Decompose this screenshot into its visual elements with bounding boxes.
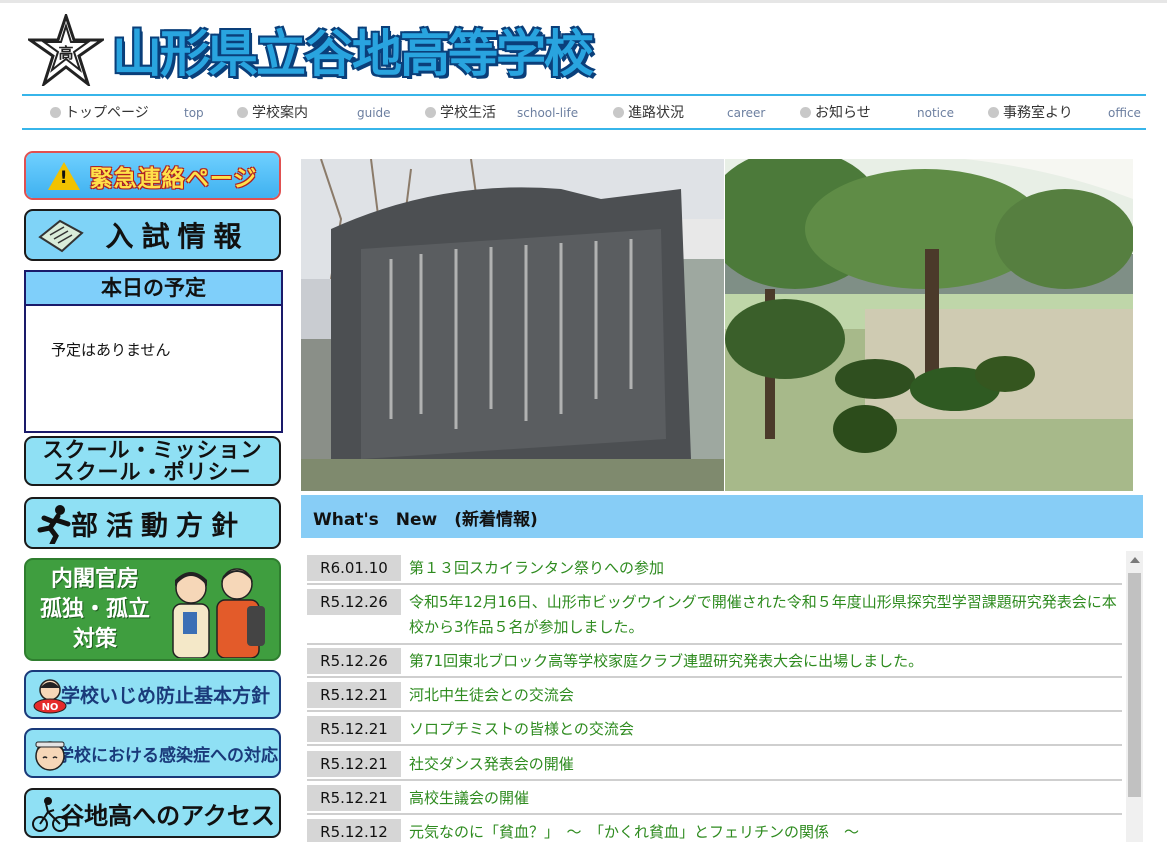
emergency-contact-button[interactable]: ! 緊急連絡ページ — [24, 151, 281, 200]
infection-response-button[interactable]: 学校における感染症への対応 — [24, 728, 281, 778]
stone-monument-photo — [301, 159, 724, 491]
isolation-measures-button[interactable]: 内閣官房 孤独・孤立 対策 — [24, 558, 281, 661]
news-link[interactable]: 第１３回スカイランタン祭りへの参加 — [409, 556, 1121, 581]
news-item[interactable]: R5.12.12 元気なのに「貧血？」 ～ 「かくれ貧血」とフェリチンの関係 ～ — [307, 817, 1122, 842]
club-policy-label: 部活動方針 — [71, 510, 246, 542]
sick-person-icon — [35, 741, 65, 771]
news-item[interactable]: R5.12.26 令和5年12月16日、山形市ビッグウイングで開催された令和５年… — [307, 587, 1122, 645]
admission-info-button[interactable]: 入試情報 — [24, 209, 281, 261]
schedule-title: 本日の予定 — [26, 272, 281, 306]
club-policy-button[interactable]: 部活動方針 — [24, 497, 281, 549]
anti-bullying-policy-button[interactable]: NO 学校いじめ防止基本方針 — [24, 670, 281, 719]
news-date: R5.12.21 — [307, 751, 401, 777]
anti-bullying-label: 学校いじめ防止基本方針 — [60, 685, 270, 707]
top-border — [0, 0, 1167, 3]
news-list[interactable]: R6.01.10 第１３回スカイランタン祭りへの参加 R5.12.26 令和5年… — [301, 550, 1143, 842]
nav-item-en[interactable]: guide — [357, 96, 391, 128]
news-item[interactable]: R5.12.26 第71回東北ブロック高等学校家庭クラブ連盟研究発表大会に出場し… — [307, 646, 1122, 678]
nav-item-en[interactable]: school-life — [517, 96, 578, 128]
nav-item-notice[interactable]: お知らせ — [800, 96, 871, 128]
news-item[interactable]: R6.01.10 第１３回スカイランタン祭りへの参加 — [307, 553, 1122, 585]
bullet-icon — [613, 106, 624, 118]
nav-item-en[interactable]: career — [727, 96, 765, 128]
nav-item-label[interactable]: 事務室より — [1003, 102, 1073, 122]
emblem-char: 高 — [58, 44, 73, 62]
isolation-label: 内閣官房 孤独・孤立 対策 — [40, 566, 151, 652]
bicycle-icon — [32, 797, 68, 832]
admission-label: 入試情報 — [105, 220, 250, 253]
today-schedule: 本日の予定 予定はありません — [24, 270, 283, 433]
news-date: R5.12.21 — [307, 682, 401, 708]
scrollbar-thumb[interactable] — [1128, 573, 1141, 797]
news-link[interactable]: 令和5年12月16日、山形市ビッグウイングで開催された令和５年度山形県探究型学習… — [409, 590, 1121, 640]
school-garden-photo — [725, 159, 1133, 491]
nav-item-career[interactable]: 進路状況 — [613, 96, 684, 128]
news-item[interactable]: R5.12.21 ソロプチミストの皆様との交流会 — [307, 714, 1122, 746]
news-item[interactable]: R5.12.21 高校生議会の開催 — [307, 783, 1122, 815]
bullet-icon — [988, 106, 999, 118]
news-link[interactable]: ソロプチミストの皆様との交流会 — [409, 717, 1121, 742]
nav-item-en[interactable]: notice — [917, 96, 954, 128]
scroll-up-arrow-icon[interactable] — [1130, 557, 1140, 563]
people-illustration-icon — [172, 568, 265, 658]
site-title[interactable]: 山形県立谷地高等学校 — [112, 14, 594, 86]
schedule-body: 予定はありません — [51, 341, 171, 359]
nav-item-label[interactable]: お知らせ — [815, 102, 871, 122]
infection-response-label: 学校における感染症への対応 — [57, 745, 278, 766]
bullet-icon — [800, 106, 811, 118]
warning-icon: ! — [47, 161, 80, 190]
news-item[interactable]: R5.12.21 社交ダンス発表会の開催 — [307, 749, 1122, 781]
access-label: 谷地高へのアクセス — [60, 801, 275, 830]
nav-item-label[interactable]: 学校生活 — [440, 102, 496, 122]
school-mission-button[interactable]: スクール・ミッション スクール・ポリシー — [24, 436, 281, 486]
nav-item-en[interactable]: top — [184, 96, 204, 128]
nav-item-label[interactable]: 学校案内 — [252, 102, 308, 122]
nav-item-guide[interactable]: 学校案内 — [237, 96, 308, 128]
news-link[interactable]: 第71回東北ブロック高等学校家庭クラブ連盟研究発表大会に出場しました。 — [409, 649, 1121, 674]
news-link[interactable]: 社交ダンス発表会の開催 — [409, 752, 1121, 777]
emergency-label: 緊急連絡ページ — [89, 165, 258, 192]
document-icon — [38, 219, 84, 253]
bullet-icon — [50, 106, 61, 118]
news-item[interactable]: R5.12.21 河北中生徒会との交流会 — [307, 680, 1122, 712]
news-date: R5.12.26 — [307, 648, 401, 674]
svg-text:NO: NO — [42, 702, 59, 713]
school-emblem-icon[interactable]: 高 — [28, 14, 104, 86]
access-button[interactable]: 谷地高へのアクセス — [24, 788, 281, 838]
bullet-icon — [425, 106, 436, 118]
whats-new-header: What's New (新着情報) — [301, 495, 1143, 538]
bullet-icon — [237, 106, 248, 118]
main-nav: トップページ top 学校案内 guide 学校生活 school-life 進… — [22, 94, 1146, 130]
nav-item-school-life[interactable]: 学校生活 — [425, 96, 496, 128]
nav-item-en[interactable]: office — [1108, 96, 1141, 128]
news-date: R5.12.21 — [307, 716, 401, 742]
nav-item-top[interactable]: トップページ — [50, 96, 149, 128]
whats-new-title: What's New (新着情報) — [313, 510, 538, 530]
nav-item-label[interactable]: 進路状況 — [628, 102, 684, 122]
news-date: R5.12.12 — [307, 819, 401, 842]
news-date: R6.01.10 — [307, 555, 401, 581]
news-link[interactable]: 河北中生徒会との交流会 — [409, 683, 1121, 708]
no-bullying-icon: NO — [33, 679, 67, 714]
news-date: R5.12.21 — [307, 785, 401, 811]
news-link[interactable]: 高校生議会の開催 — [409, 786, 1121, 811]
nav-item-label[interactable]: トップページ — [65, 102, 149, 122]
news-link[interactable]: 元気なのに「貧血？」 ～ 「かくれ貧血」とフェリチンの関係 ～ — [409, 820, 1121, 842]
news-scrollbar[interactable] — [1126, 551, 1143, 842]
mission-label-2: スクール・ポリシー — [53, 460, 252, 484]
runner-icon — [37, 505, 71, 544]
news-date: R5.12.26 — [307, 589, 401, 615]
nav-item-office[interactable]: 事務室より — [988, 96, 1073, 128]
mission-label-1: スクール・ミッション — [42, 438, 263, 462]
